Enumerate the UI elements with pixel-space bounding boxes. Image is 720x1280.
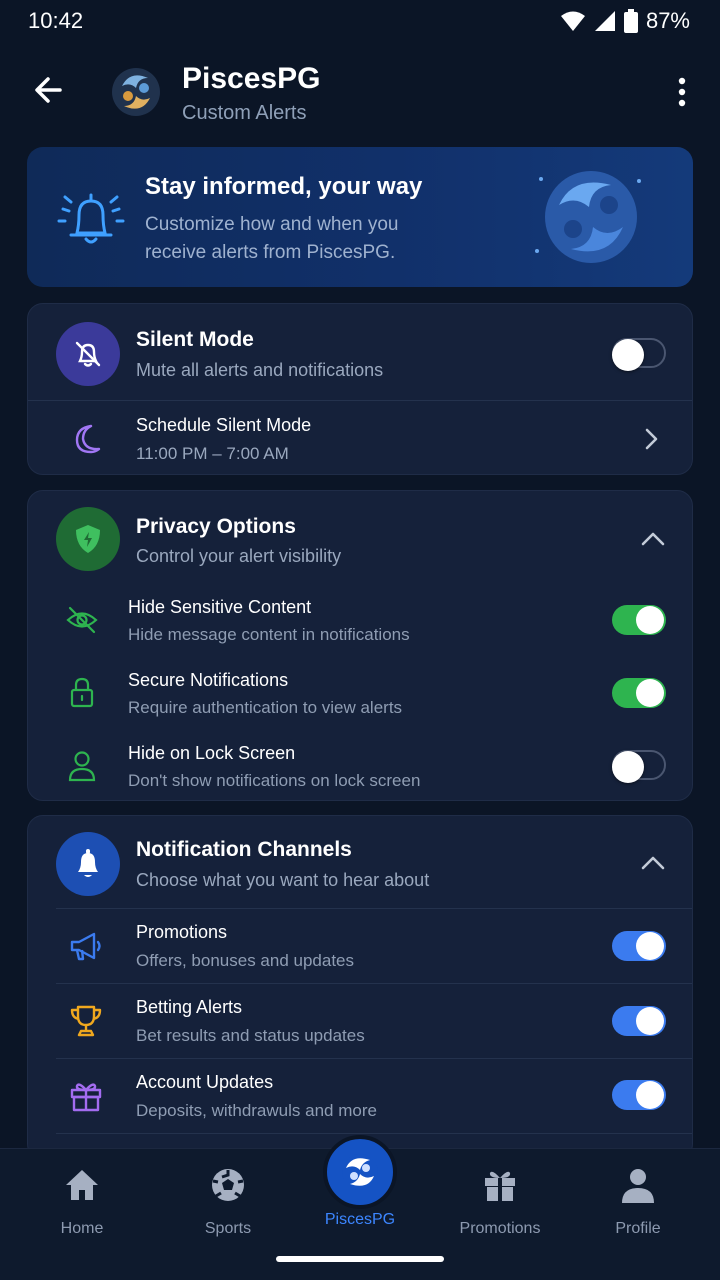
betting-alerts-title: Betting Alerts <box>136 997 243 1017</box>
account-updates-toggle[interactable] <box>612 1080 666 1110</box>
person-icon <box>622 1169 654 1203</box>
hide-sensitive-title: Hide Sensitive Content <box>128 597 312 617</box>
silent-mode-toggle[interactable] <box>612 338 666 371</box>
divider <box>56 1058 692 1059</box>
hide-lock-screen-toggle[interactable] <box>612 750 666 783</box>
nav-promotions-label: Promotions <box>459 1220 541 1237</box>
silent-mode-subtitle: Mute all alerts and notifications <box>136 360 384 380</box>
gift-icon <box>485 1171 515 1201</box>
notification-channels-card: Notification Channels Choose what you wa… <box>27 815 693 1160</box>
schedule-silent-mode-row[interactable]: Schedule Silent Mode 11:00 PM – 7:00 AM <box>28 401 692 474</box>
promotions-title: Promotions <box>136 922 228 942</box>
bell-icon <box>78 849 98 877</box>
signal-icon <box>594 11 615 31</box>
pisces-logo-icon <box>342 1154 378 1190</box>
promotions-toggle[interactable] <box>612 931 666 961</box>
soccer-ball-icon <box>212 1169 244 1201</box>
privacy-title: Privacy Options <box>136 515 296 538</box>
info-banner: Stay informed, your way Customize how an… <box>27 147 693 287</box>
channels-icon-badge <box>56 832 120 896</box>
megaphone-icon <box>68 928 104 964</box>
status-time: 10:42 <box>28 8 84 33</box>
back-button[interactable] <box>28 70 68 110</box>
divider <box>56 983 692 984</box>
app-header: PiscesPG Custom Alerts <box>0 56 720 132</box>
betting-alerts-toggle[interactable] <box>612 1006 666 1036</box>
more-vertical-icon <box>678 77 686 107</box>
user-icon <box>64 748 100 784</box>
secure-notifications-title: Secure Notifications <box>128 670 289 690</box>
channels-subtitle: Choose what you want to hear about <box>136 870 430 890</box>
nav-piscespg[interactable] <box>323 1135 397 1209</box>
gift-icon <box>68 1078 104 1114</box>
trophy-icon <box>68 1003 104 1039</box>
channels-title: Notification Channels <box>136 838 352 861</box>
page-subtitle: Custom Alerts <box>182 102 307 124</box>
eye-off-icon <box>64 602 100 638</box>
hide-lock-screen-title: Hide on Lock Screen <box>128 743 296 763</box>
status-icons: 87% <box>560 8 690 34</box>
chevron-right-icon <box>645 428 658 450</box>
nav-promotions[interactable]: Promotions <box>440 1165 560 1237</box>
app-title: PiscesPG <box>182 62 321 95</box>
bell-icon <box>57 193 125 244</box>
silent-mode-card: Silent Mode Mute all alerts and notifica… <box>27 303 693 475</box>
arrow-left-icon <box>35 77 62 103</box>
nav-profile-label: Profile <box>615 1220 661 1237</box>
home-indicator[interactable] <box>276 1256 444 1262</box>
silent-mode-title: Silent Mode <box>136 328 254 351</box>
secure-notifications-toggle[interactable] <box>612 678 666 708</box>
hide-sensitive-subtitle: Hide message content in notifications <box>128 625 410 644</box>
pisces-emblem-icon <box>535 171 641 263</box>
nav-sports[interactable]: Sports <box>168 1165 288 1237</box>
schedule-time: 11:00 PM – 7:00 AM <box>136 444 289 463</box>
chevron-up-icon[interactable] <box>640 853 666 873</box>
shield-icon <box>76 525 100 553</box>
account-updates-subtitle: Deposits, withdrawuls and more <box>136 1101 377 1120</box>
schedule-title: Schedule Silent Mode <box>136 415 312 435</box>
privacy-options-card: Privacy Options Control your alert visib… <box>27 490 693 801</box>
banner-title: Stay informed, your way <box>145 173 423 200</box>
chevron-up-icon[interactable] <box>640 529 666 549</box>
banner-text: Customize how and when you receive alert… <box>145 214 399 263</box>
nav-profile[interactable]: Profile <box>578 1165 698 1237</box>
nav-piscespg-label: PiscesPG <box>324 1211 396 1228</box>
wifi-icon <box>560 11 585 31</box>
divider <box>56 908 692 909</box>
promotions-subtitle: Offers, bonuses and updates <box>136 951 355 970</box>
hide-sensitive-toggle[interactable] <box>612 605 666 635</box>
battery-icon <box>623 9 638 33</box>
betting-alerts-subtitle: Bet results and status updates <box>136 1026 365 1045</box>
status-bar: 10:42 87% <box>0 0 720 44</box>
moon-icon <box>68 421 104 457</box>
bell-off-icon <box>75 341 101 367</box>
privacy-icon-badge <box>56 507 120 571</box>
lock-icon <box>64 675 100 711</box>
secure-notifications-subtitle: Require authentication to view alerts <box>128 698 403 717</box>
nav-sports-label: Sports <box>204 1220 252 1237</box>
home-icon <box>66 1170 98 1200</box>
divider <box>56 1133 692 1134</box>
account-updates-title: Account Updates <box>136 1072 274 1092</box>
privacy-subtitle: Control your alert visibility <box>136 546 342 566</box>
nav-home[interactable]: Home <box>22 1165 142 1237</box>
pisces-logo-icon <box>108 64 164 120</box>
hide-lock-screen-subtitle: Don't show notifications on lock screen <box>128 771 421 790</box>
more-options-button[interactable] <box>670 72 694 112</box>
silent-icon-badge <box>56 322 120 386</box>
nav-home-label: Home <box>60 1220 104 1237</box>
battery-percent: 87% <box>645 8 690 33</box>
